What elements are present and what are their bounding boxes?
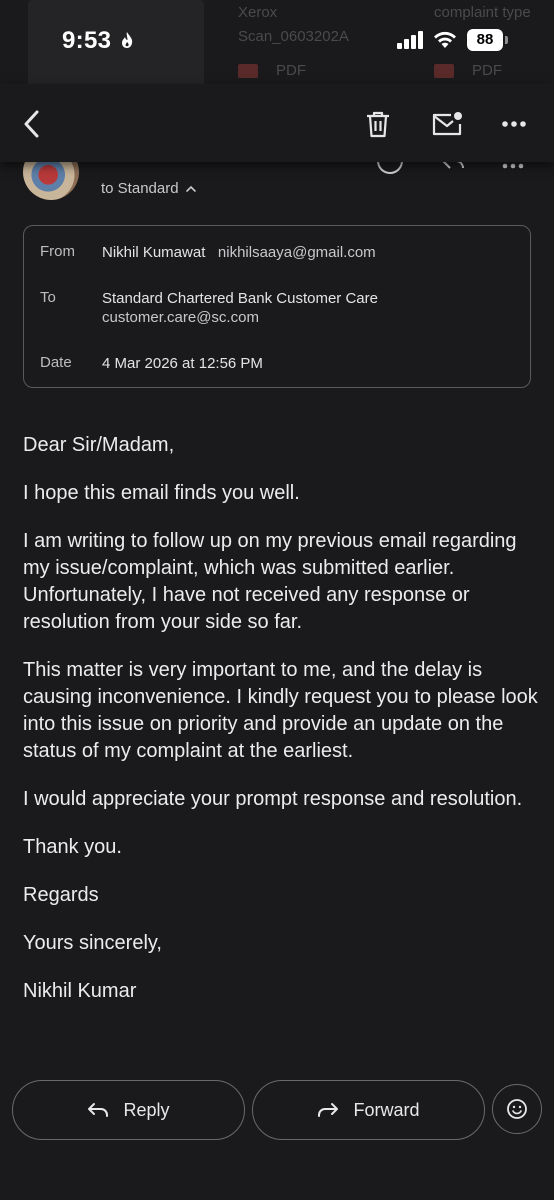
signature: Nikhil Kumar xyxy=(23,980,137,1002)
battery-level: 88 xyxy=(467,29,503,51)
trash-icon xyxy=(367,111,389,138)
recipient-line: to Standard xyxy=(101,180,179,197)
status-time: 9:53 xyxy=(62,27,134,55)
battery-tip xyxy=(505,36,508,44)
body-paragraph: Yours sincerely, xyxy=(23,932,162,954)
from-email[interactable]: nikhilsaaya@gmail.com xyxy=(218,244,376,261)
more-options-button[interactable] xyxy=(494,104,534,144)
body-paragraph: I would appreciate your prompt response … xyxy=(23,788,523,810)
smiley-icon xyxy=(507,1099,527,1119)
reply-button[interactable]: Reply xyxy=(12,1080,245,1140)
body-paragraph: Dear Sir/Madam, xyxy=(23,434,175,456)
body-paragraph: I am writing to follow up on my previous… xyxy=(23,530,517,633)
wifi-icon xyxy=(434,31,456,48)
email-toolbar xyxy=(0,84,554,162)
body-paragraph: I hope this email finds you well. xyxy=(23,482,300,504)
forward-arrow-icon xyxy=(318,1103,339,1117)
date-value: 4 Mar 2026 at 12:56 PM xyxy=(102,355,263,372)
status-bar: 9:53 88 xyxy=(0,0,554,84)
email-details-box: From Nikhil Kumawat nikhilsaaya@gmail.co… xyxy=(23,225,531,388)
mark-unread-button[interactable] xyxy=(427,104,467,144)
recipient-toggle[interactable]: to Standard xyxy=(101,180,197,197)
body-paragraph: Thank you. xyxy=(23,836,122,858)
reply-label: Reply xyxy=(123,1099,170,1120)
emoji-react-button[interactable] xyxy=(492,1084,542,1134)
reply-arrow-icon xyxy=(88,1103,109,1117)
status-icons: 88 xyxy=(397,29,508,51)
delete-button[interactable] xyxy=(358,104,398,144)
body-paragraph: Regards xyxy=(23,884,99,906)
body-paragraph: This matter is very important to me, and… xyxy=(23,659,538,762)
cellular-signal-icon xyxy=(397,31,423,49)
forward-label: Forward xyxy=(353,1099,420,1120)
to-value: Standard Chartered Bank Customer Care cu… xyxy=(102,289,378,327)
focus-flame-icon xyxy=(122,32,133,48)
date-label: Date xyxy=(40,354,72,371)
email-body: Dear Sir/Madam, I hope this email finds … xyxy=(23,432,538,1026)
chevron-up-icon xyxy=(185,185,196,192)
mail-unread-icon xyxy=(432,112,462,136)
more-horizontal-icon xyxy=(502,121,526,127)
to-label: To xyxy=(40,289,56,306)
from-name[interactable]: Nikhil Kumawat xyxy=(102,244,205,261)
forward-button[interactable]: Forward xyxy=(252,1080,485,1140)
battery-indicator: 88 xyxy=(467,29,508,51)
to-email[interactable]: customer.care@sc.com xyxy=(102,308,378,327)
chevron-left-icon xyxy=(24,110,39,138)
from-value: Nikhil Kumawat nikhilsaaya@gmail.com xyxy=(102,243,376,262)
to-name[interactable]: Standard Chartered Bank Customer Care xyxy=(102,289,378,308)
email-screen: Xerox Scan_0603202A PDF complaint type P… xyxy=(0,0,554,1200)
from-label: From xyxy=(40,243,75,260)
back-button[interactable] xyxy=(12,104,52,144)
